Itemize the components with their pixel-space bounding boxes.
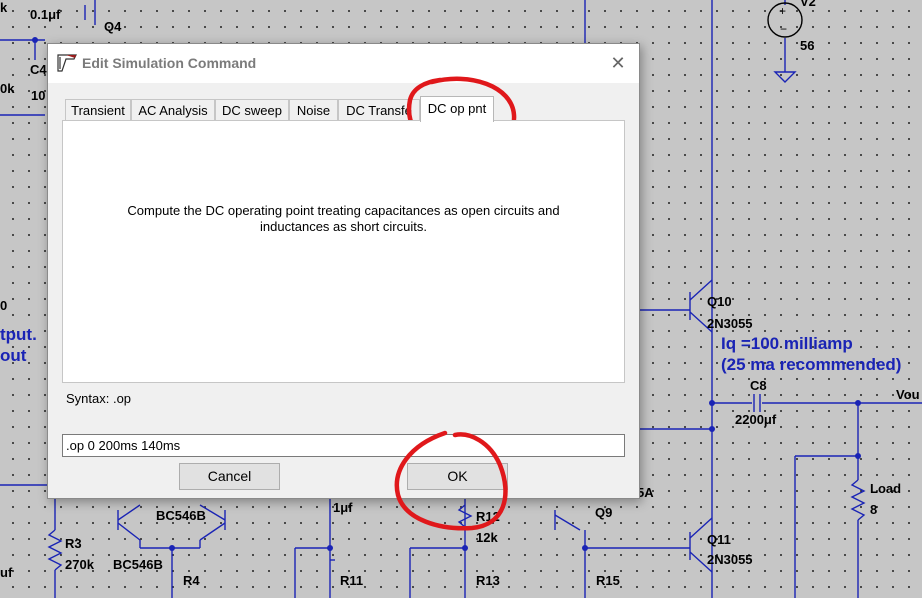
edit-simulation-command-dialog: Edit Simulation Command ✕ Transient AC A… <box>47 43 640 499</box>
source-label-v2: V2 <box>800 0 816 9</box>
capacitor-label-c8: C8 <box>750 378 767 393</box>
ltspice-app-icon <box>56 53 78 73</box>
resistor-label-load: Load <box>870 481 902 496</box>
dialog-titlebar[interactable]: Edit Simulation Command ✕ <box>48 44 639 83</box>
tab-ac-analysis[interactable]: AC Analysis <box>131 99 215 120</box>
cancel-button[interactable]: Cancel <box>179 463 280 490</box>
svg-text:−: − <box>780 22 787 36</box>
schematic-comment-recommended: (25 ma recommended) <box>721 355 902 374</box>
net-label-vout: Vou <box>896 387 920 402</box>
capacitor-value-c8: 2200μf <box>735 412 777 427</box>
transistor-label-q4: Q4 <box>104 19 122 34</box>
schematic-label: 10 <box>31 88 46 103</box>
resistor-value-load: 8 <box>870 502 878 517</box>
resistor-label-r12: R12 <box>476 509 500 524</box>
resistor-label-r3: R3 <box>65 536 82 551</box>
schematic-label: uf <box>0 565 13 580</box>
schematic-comment: tput. <box>0 325 37 344</box>
resistor-label-r11: R11 <box>340 573 364 588</box>
svg-text:+: + <box>779 4 786 18</box>
source-value-v2: 56 <box>800 38 815 53</box>
ok-button[interactable]: OK <box>407 463 508 490</box>
analysis-description: Compute the DC operating point treating … <box>63 203 624 235</box>
transistor-model-q10: 2N3055 <box>707 316 753 331</box>
transistor-label-q10: Q10 <box>707 294 732 309</box>
tab-transient[interactable]: Transient <box>65 99 131 120</box>
dialog-title: Edit Simulation Command <box>82 55 257 71</box>
tab-dc-sweep[interactable]: DC sweep <box>215 99 289 120</box>
tab-dc-op-pnt[interactable]: DC op pnt <box>420 96 494 122</box>
description-line: Compute the DC operating point treating … <box>127 203 560 218</box>
schematic-comment: out <box>0 346 27 365</box>
resistor-value-r12: 12k <box>476 530 498 545</box>
description-line: inductances as short circuits. <box>260 219 427 234</box>
resistor-label-r15: R15 <box>596 573 620 588</box>
transistor-label-q9: Q9 <box>595 505 613 520</box>
resistor-label-r4: R4 <box>183 573 200 588</box>
capacitor-value-label: 0.1μf <box>30 7 61 22</box>
simulation-command-input[interactable] <box>62 434 625 457</box>
schematic-comment-iq: Iq =100 milliamp <box>721 334 853 353</box>
capacitor-label-c4: C4 <box>30 62 47 77</box>
capacitor-value-label: 1μf <box>333 500 353 515</box>
resistor-label-r13: R13 <box>476 573 500 588</box>
transistor-label-q11: Q11 <box>707 532 731 547</box>
schematic-label: 0k <box>0 81 15 96</box>
tab-dc-transfer[interactable]: DC Transfe <box>338 99 420 120</box>
transistor-model-q11: 2N3055 <box>707 552 753 567</box>
syntax-label: Syntax: .op <box>66 391 132 406</box>
schematic-label: 0 <box>0 298 8 313</box>
tab-panel-dc-op-pnt: Compute the DC operating point treating … <box>62 120 625 383</box>
resistor-value-r3: 270k <box>65 557 94 572</box>
transistor-model: BC546B <box>113 557 163 572</box>
schematic-label: k <box>0 0 8 15</box>
tab-noise[interactable]: Noise <box>289 99 338 120</box>
transistor-model: BC546B <box>156 508 206 523</box>
close-icon[interactable]: ✕ <box>608 53 628 73</box>
